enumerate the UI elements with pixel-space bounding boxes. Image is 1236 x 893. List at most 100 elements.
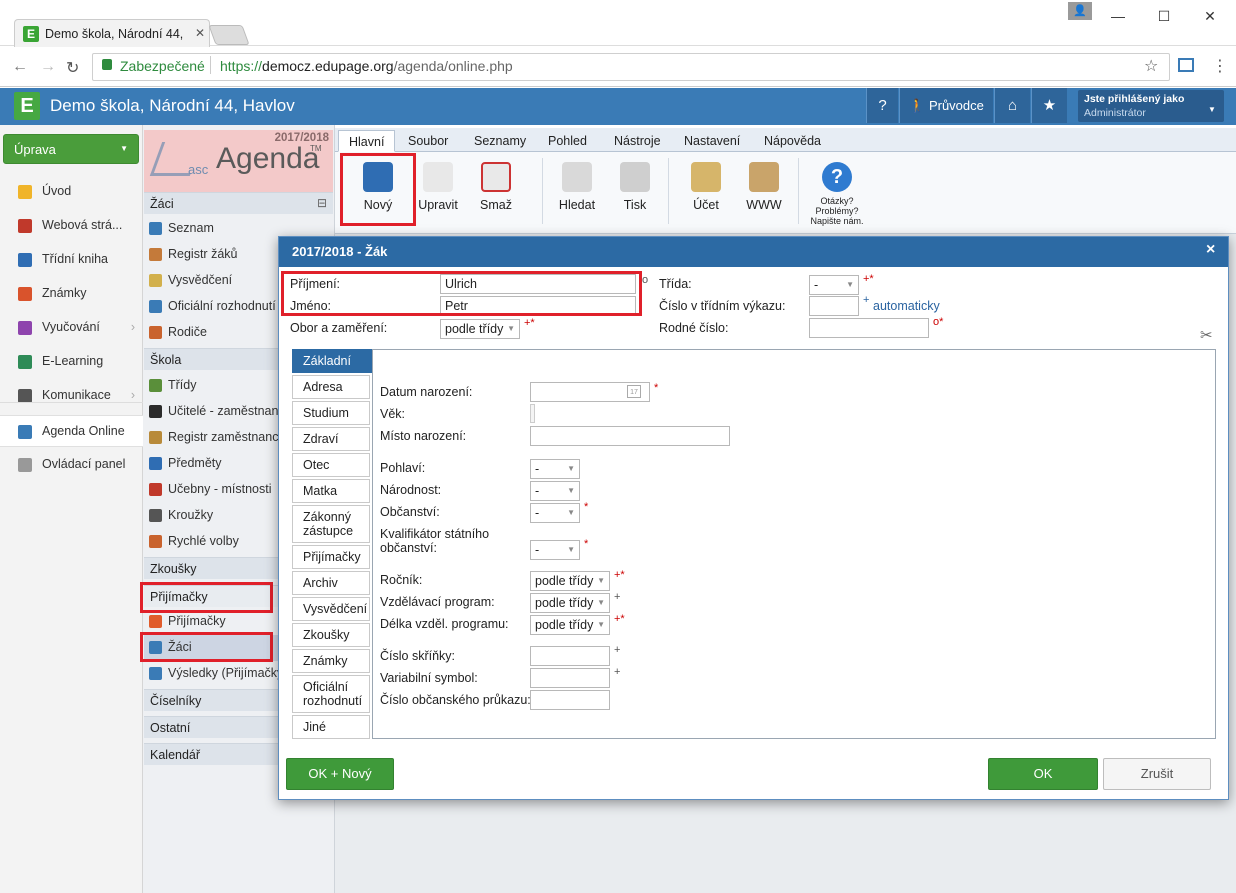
- question-icon: ?: [822, 162, 852, 192]
- sidebar-item-ovladaci-panel[interactable]: Ovládací panel: [0, 449, 143, 481]
- var-symbol-input[interactable]: [530, 668, 610, 688]
- help-button[interactable]: ?: [866, 88, 898, 123]
- ribbon-button-label: Hledat: [558, 198, 596, 212]
- ribbon-button-tisk[interactable]: Tisk: [607, 158, 663, 220]
- side-tab-zakonny-zastupce[interactable]: Zákonný zástupce: [292, 505, 370, 543]
- side-tab-prijimacky[interactable]: Přijímačky: [292, 545, 370, 569]
- pohlavi-select[interactable]: -: [530, 459, 580, 479]
- cast-icon[interactable]: [1178, 58, 1194, 72]
- ribbon-button-upravit[interactable]: Upravit: [410, 158, 466, 220]
- user-menu[interactable]: Jste přihlášený jako Administrátor ▼: [1078, 90, 1224, 122]
- sidebar-item-tridni-kniha[interactable]: Třídní kniha: [0, 244, 143, 276]
- tab-napoveda[interactable]: Nápověda: [754, 130, 831, 152]
- rodne-cislo-input[interactable]: [809, 318, 929, 338]
- menu-item-label: Vysvědčení: [168, 273, 233, 287]
- tab-nastaveni[interactable]: Nastavení: [674, 130, 750, 152]
- url-text: https://democz.edupage.org/agenda/online…: [220, 58, 513, 74]
- tab-hlavni[interactable]: Hlavní: [338, 130, 396, 152]
- op-input[interactable]: [530, 690, 610, 710]
- narodnost-label: Národnost:: [380, 483, 442, 497]
- dialog-close-icon[interactable]: ×: [1206, 241, 1215, 259]
- side-tab-jine[interactable]: Jiné: [292, 715, 370, 739]
- kvalifikator-select[interactable]: -: [530, 540, 580, 560]
- sidebar-item-agenda-online[interactable]: Agenda Online: [0, 415, 143, 447]
- menu-item-label: Třídy: [168, 378, 197, 392]
- menu-item-icon: [149, 615, 162, 628]
- ok-button[interactable]: OK: [988, 758, 1098, 790]
- minimize-icon[interactable]: —: [1098, 2, 1138, 30]
- side-tab-znamky[interactable]: Známky: [292, 649, 370, 673]
- home-button[interactable]: ⌂: [994, 88, 1030, 123]
- edupage-logo-icon[interactable]: E: [14, 92, 40, 120]
- program-select[interactable]: podle třídy: [530, 593, 610, 613]
- sidebar-item-znamky[interactable]: Známky: [0, 278, 143, 310]
- sidebar-item-webova-stranka[interactable]: Webová strá...: [0, 210, 143, 242]
- bookmark-star-icon[interactable]: ☆: [1144, 56, 1158, 76]
- collapse-icon[interactable]: ⊟: [317, 196, 327, 210]
- back-icon[interactable]: ←: [12, 58, 28, 76]
- browser-tab[interactable]: E Demo škola, Národní 44, ✕: [14, 19, 210, 47]
- profile-icon[interactable]: 👤: [1068, 2, 1092, 20]
- ribbon-button-ucet[interactable]: Účet: [678, 158, 734, 220]
- automaticky-link[interactable]: automaticky: [873, 299, 940, 313]
- trida-label: Třída:: [659, 277, 692, 291]
- side-tab-vysvedceni[interactable]: Vysvědčení: [292, 597, 370, 621]
- forward-icon[interactable]: →: [40, 58, 56, 76]
- uprava-button[interactable]: Úprava ▼: [3, 134, 139, 164]
- ribbon-separator: [542, 158, 543, 224]
- close-window-icon[interactable]: ✕: [1190, 2, 1230, 30]
- maximize-icon[interactable]: ☐: [1144, 2, 1184, 30]
- favorites-button[interactable]: ★: [1031, 88, 1067, 123]
- obcanstvi-select[interactable]: -: [530, 503, 580, 523]
- reload-icon[interactable]: ↻: [66, 58, 79, 78]
- tools-icon[interactable]: ✂: [1200, 326, 1213, 344]
- ribbon-button-www[interactable]: WWW: [736, 158, 792, 220]
- guide-button[interactable]: 🚶 Průvodce: [899, 88, 993, 123]
- sidebar-item-label: Vyučování: [42, 320, 100, 334]
- side-tab-otec[interactable]: Otec: [292, 453, 370, 477]
- new-tab-button[interactable]: [208, 25, 250, 45]
- ribbon-button-hledat[interactable]: Hledat: [549, 158, 605, 220]
- obcanstvi-label: Občanství:: [380, 505, 440, 519]
- side-tab-adresa[interactable]: Adresa: [292, 375, 370, 399]
- narodnost-select[interactable]: -: [530, 481, 580, 501]
- highlight-name-fields: [281, 271, 642, 316]
- highlight-prijimacky-section: [140, 582, 273, 613]
- side-tab-zdravi[interactable]: Zdraví: [292, 427, 370, 451]
- highlight-novy-button: [340, 153, 416, 226]
- tab-nastroje[interactable]: Nástroje: [604, 130, 671, 152]
- home-web-icon: [749, 162, 779, 192]
- menu-item-label: Rychlé volby: [168, 534, 239, 548]
- skrinka-input[interactable]: [530, 646, 610, 666]
- delka-select[interactable]: podle třídy: [530, 615, 610, 635]
- side-tab-archiv[interactable]: Archiv: [292, 571, 370, 595]
- help-contact-button[interactable]: ? Otázky? Problémy? Napište nám.: [806, 158, 868, 232]
- menu-dots-icon[interactable]: ⋮: [1212, 56, 1228, 76]
- ok-new-button[interactable]: OK + Nový: [286, 758, 394, 790]
- ribbon-button-smaz[interactable]: Smaž: [468, 158, 524, 220]
- trida-select[interactable]: -: [809, 275, 859, 295]
- side-tab-studium[interactable]: Studium: [292, 401, 370, 425]
- side-tab-zkousky[interactable]: Zkoušky: [292, 623, 370, 647]
- side-tab-matka[interactable]: Matka: [292, 479, 370, 503]
- rocnik-select[interactable]: podle třídy: [530, 571, 610, 591]
- close-tab-icon[interactable]: ✕: [195, 26, 205, 40]
- cislo-vykaz-input[interactable]: [809, 296, 859, 316]
- skrinka-mark: +: [614, 644, 621, 656]
- obor-select[interactable]: podle třídy: [440, 319, 520, 339]
- sidebar-item-e-learning[interactable]: E-Learning: [0, 346, 143, 378]
- sidebar-item-uvod[interactable]: Úvod: [0, 176, 143, 208]
- side-tab-zakladni[interactable]: Základní: [292, 349, 373, 373]
- misto-narozeni-input[interactable]: [530, 426, 730, 446]
- sidebar-item-komunikace[interactable]: Komunikace ›: [0, 380, 143, 412]
- tab-soubor[interactable]: Soubor: [398, 130, 458, 152]
- tab-pohled[interactable]: Pohled: [538, 130, 597, 152]
- side-tab-oficialni-rozhodnuti[interactable]: Oficiální rozhodnutí: [292, 675, 370, 713]
- prijmeni-mark: o: [642, 274, 649, 286]
- sidebar-item-vyucovani[interactable]: Vyučování ›: [0, 312, 143, 344]
- section-zaci[interactable]: Žáci ⊟: [144, 192, 333, 214]
- calendar-icon[interactable]: 17: [627, 385, 641, 398]
- cancel-button[interactable]: Zrušit: [1103, 758, 1211, 790]
- webova-stranka-icon: [18, 219, 32, 233]
- tab-seznamy[interactable]: Seznamy: [464, 130, 536, 152]
